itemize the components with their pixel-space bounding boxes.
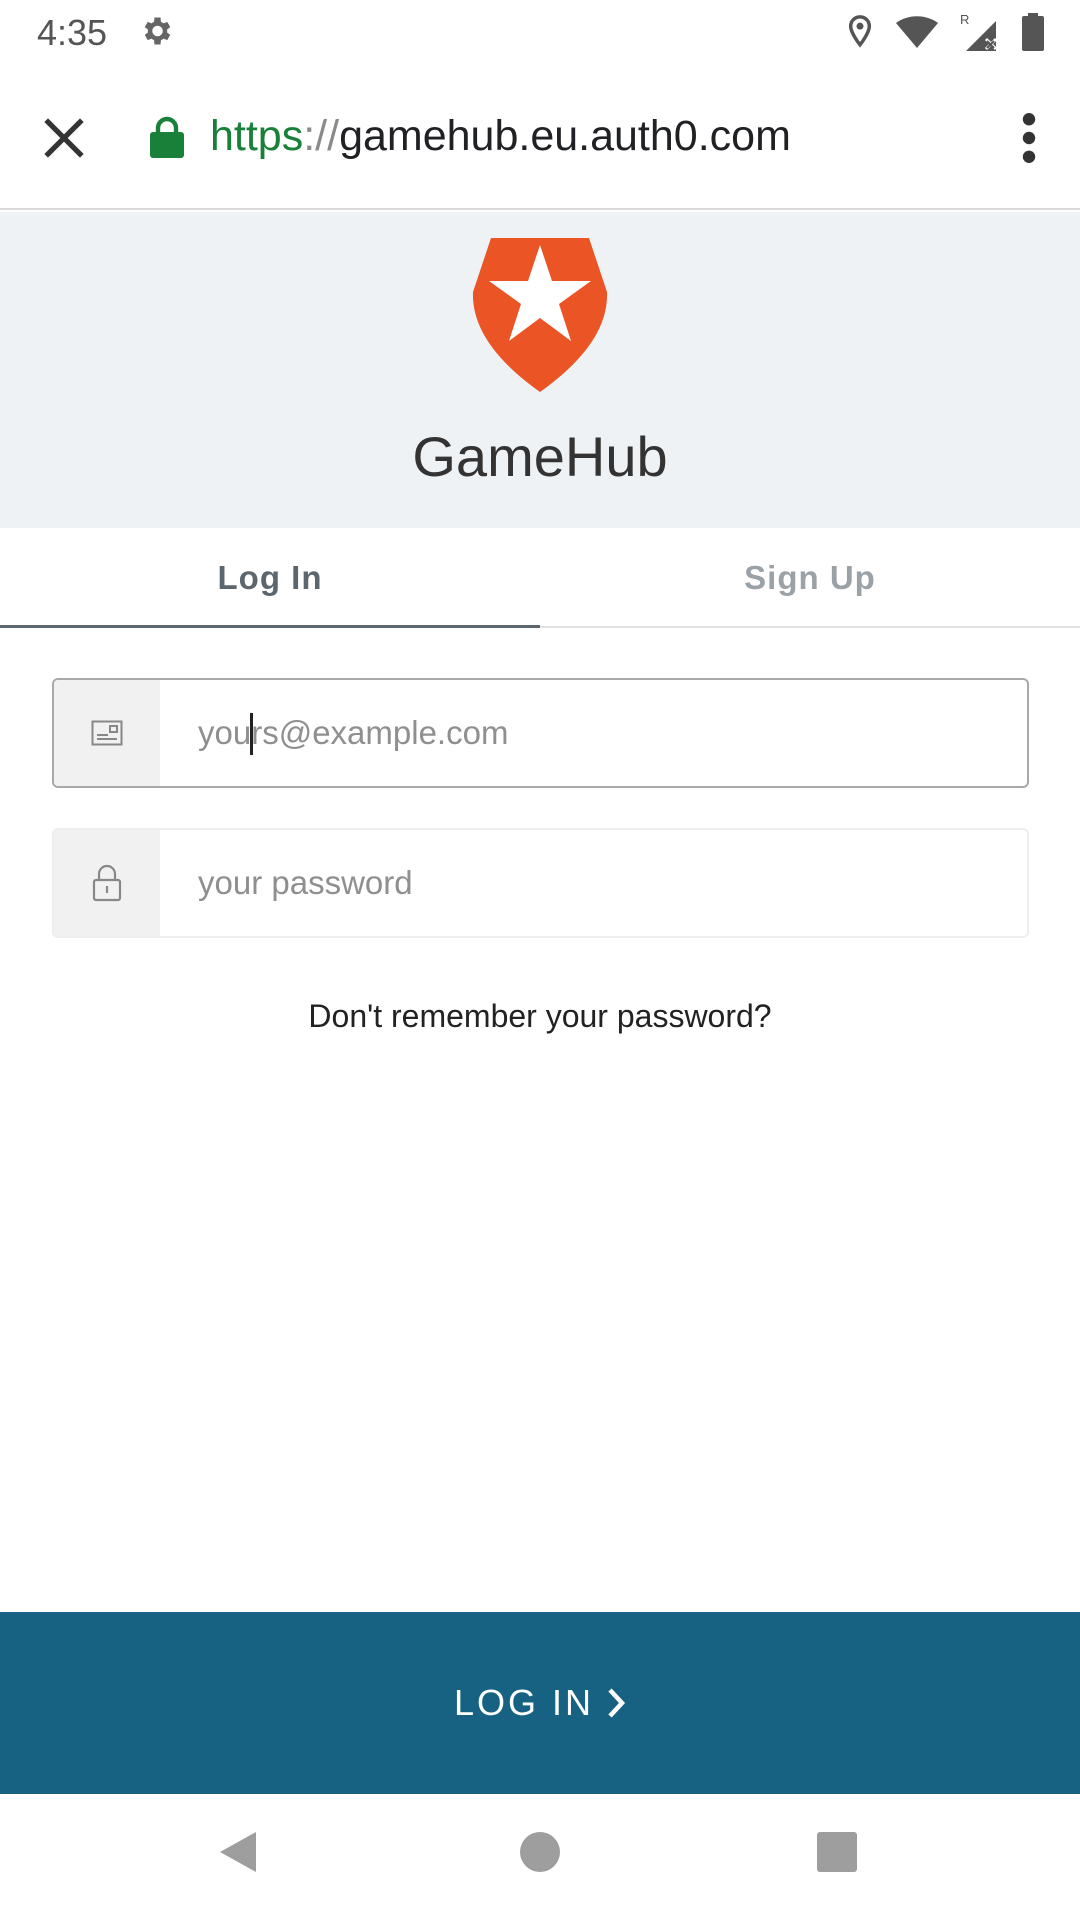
tab-sign-up[interactable]: Sign Up: [540, 528, 1080, 628]
status-time: 4:35: [37, 12, 108, 53]
tab-log-in[interactable]: Log In: [0, 528, 540, 628]
app-name: GameHub: [412, 425, 668, 488]
text-caret: [250, 713, 253, 755]
status-bar: 4:35 R: [0, 0, 1080, 66]
password-icon-box: [54, 830, 160, 936]
forgot-password-link[interactable]: Don't remember your password?: [0, 998, 1080, 1035]
email-icon-box: [54, 680, 160, 786]
recents-square-icon[interactable]: [817, 1832, 857, 1872]
url-display[interactable]: https://gamehub.eu.auth0.com: [210, 112, 791, 161]
password-field: [52, 828, 1029, 938]
url-host: gamehub.eu.auth0.com: [339, 112, 791, 160]
location-pin-icon: [848, 15, 872, 48]
chevron-right-icon: [608, 1688, 626, 1718]
email-field: [52, 678, 1029, 788]
padlock-icon: [92, 864, 122, 902]
auth0-shield-star-logo: [472, 238, 608, 392]
battery-icon: [1022, 13, 1044, 51]
url-separator: ://: [303, 112, 340, 160]
status-icons: R: [846, 12, 1044, 52]
system-navigation-bar: [0, 1794, 1080, 1920]
home-circle-icon[interactable]: [520, 1832, 560, 1872]
log-in-button-label: LOG IN: [453, 1682, 595, 1723]
wifi-icon: [896, 16, 938, 48]
settings-gear-icon: [144, 17, 171, 45]
password-input[interactable]: [160, 830, 1027, 936]
back-triangle-icon[interactable]: [218, 1830, 258, 1874]
cell-signal-roaming-icon: R: [960, 13, 998, 51]
lock-icon: [150, 116, 184, 158]
custom-tab-toolbar: https://gamehub.eu.auth0.com: [0, 66, 1080, 210]
email-input[interactable]: [160, 680, 1027, 786]
login-header: GameHub: [0, 212, 1080, 528]
active-tab-indicator: [0, 625, 540, 628]
roaming-label: R: [960, 13, 969, 27]
auth-tabs: Log In Sign Up: [0, 528, 1080, 628]
email-card-icon: [91, 720, 123, 746]
url-scheme: https: [210, 112, 304, 160]
close-icon[interactable]: [40, 114, 88, 162]
log-in-button[interactable]: LOG IN: [0, 1612, 1080, 1794]
more-vert-icon[interactable]: [1014, 112, 1044, 164]
